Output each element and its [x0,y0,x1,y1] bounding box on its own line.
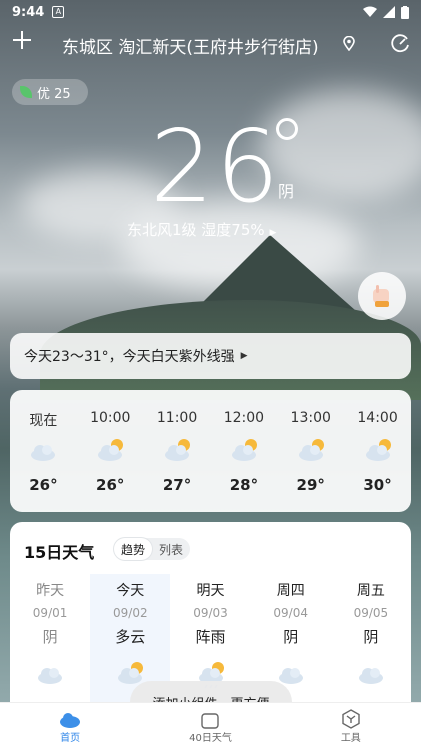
home-cloud-icon [60,713,81,728]
status-bar: 9:44 A [0,0,421,24]
hour-temp: 26° [29,476,58,494]
degree-symbol [276,118,298,140]
partly-cloudy-icon [298,439,324,461]
mascot-hand-icon [373,285,389,307]
status-time: 9:44 [12,4,45,20]
location-pin-icon [343,36,355,51]
day-date: 09/02 [113,606,148,620]
battery-icon [401,5,409,19]
weather-details-link[interactable]: 东北风1级 湿度75% ▶ [127,219,276,240]
day-weather: 多云 [115,628,146,646]
hour-weather-icon [229,436,259,464]
day-name: 周五 [356,583,385,599]
aqi-label: 优 25 [37,86,71,102]
day-name: 昨天 [36,583,65,599]
day-name: 周四 [276,583,305,599]
hour-weather-icon [28,436,58,464]
tools-icon [342,709,360,729]
plus-icon [13,31,31,49]
current-condition: 阴 [278,182,295,201]
hourly-item: 13:00 29° [277,390,344,512]
hour-temp: 28° [229,476,259,494]
day-date: 09/05 [353,606,389,620]
add-city-button[interactable] [10,30,34,54]
partly-cloudy-icon [165,439,191,461]
day-weather: 阴 [42,628,58,646]
day-weather-icon [35,659,65,693]
tab-40-day[interactable]: 40日天气 [140,703,280,748]
hourly-item: 12:00 28° [210,390,277,512]
hour-temp: 26° [96,476,125,494]
location-title[interactable]: 东城区 淘汇新天(王府井步行街店) [62,33,319,58]
weather-tip-text: 今天23～31°，今天白天紫外线强 [24,349,235,365]
signal-icon [383,6,395,18]
hour-label: 10:00 [90,410,131,426]
calendar-icon [201,713,220,729]
hour-temp: 30° [363,476,392,494]
view-toggle[interactable]: 趋势 列表 [114,538,190,560]
partly-cloudy-icon [365,439,391,461]
tab-label: 工具 [340,733,361,744]
refresh-icon [391,34,409,53]
day-weather: 阴 [363,628,379,646]
hour-label: 14:00 [357,410,398,426]
partly-cloudy-icon [231,439,257,461]
toggle-list[interactable]: 列表 [152,538,190,560]
day-weather: 阴 [283,628,299,646]
hour-label: 11:00 [156,410,198,426]
hourly-item: 10:00 26° [77,390,144,512]
cloudy-icon [31,445,56,461]
day-weather-icon [356,659,386,693]
hour-label: 现在 [29,413,58,429]
bottom-tab-bar: 首页 40日天气 工具 [0,702,421,748]
current-temperature: 26 [150,108,282,225]
hourly-forecast[interactable]: 现在 26° 10:00 26° 11:00 27° 12:00 28° 13:00 29° 14:… [10,390,411,512]
chevron-right-icon: ▶ [269,228,277,238]
refresh-button[interactable] [389,33,411,59]
day-date: 09/01 [32,606,68,620]
chevron-right-icon: ▶ [240,351,248,361]
hour-temp: 27° [162,476,192,494]
hourly-item: 14:00 30° [344,390,411,512]
tab-home[interactable]: 首页 [0,703,140,748]
hour-label: 13:00 [290,410,331,426]
day-name: 明天 [196,583,225,599]
hour-weather-icon [296,436,326,464]
hour-weather-icon [162,436,192,464]
day-weather: 阵雨 [195,628,226,646]
day-date: 09/03 [193,606,228,620]
cloudy-icon [358,668,383,684]
header: 东城区 淘汇新天(王府井步行街店) [0,28,421,62]
day-date: 09/04 [273,606,308,620]
hour-weather-icon [363,436,393,464]
forecast-title: 15日天气 [24,543,95,562]
tab-tools[interactable]: 工具 [281,703,421,748]
weather-tip-banner[interactable]: 今天23～31°，今天白天紫外线强 ▶ [10,333,411,379]
wind-humidity-text: 东北风1级 湿度75% [127,221,265,239]
hourly-item: 11:00 27° [144,390,211,512]
hour-temp: 29° [296,476,325,494]
tab-label: 首页 [60,733,81,744]
hour-weather-icon [95,436,125,464]
tab-label: 40日天气 [189,733,232,744]
leaf-icon [20,86,32,98]
aqi-badge[interactable]: 优 25 [12,79,88,105]
cloudy-icon [38,668,63,684]
hourly-item: 现在 26° [10,390,77,512]
assistant-button[interactable] [358,272,406,320]
notification-icon: A [52,6,65,18]
wifi-icon [363,6,377,17]
day-name: 今天 [116,583,145,599]
toggle-trend[interactable]: 趋势 [114,538,152,560]
partly-cloudy-icon [98,439,124,461]
hour-label: 12:00 [223,410,265,426]
